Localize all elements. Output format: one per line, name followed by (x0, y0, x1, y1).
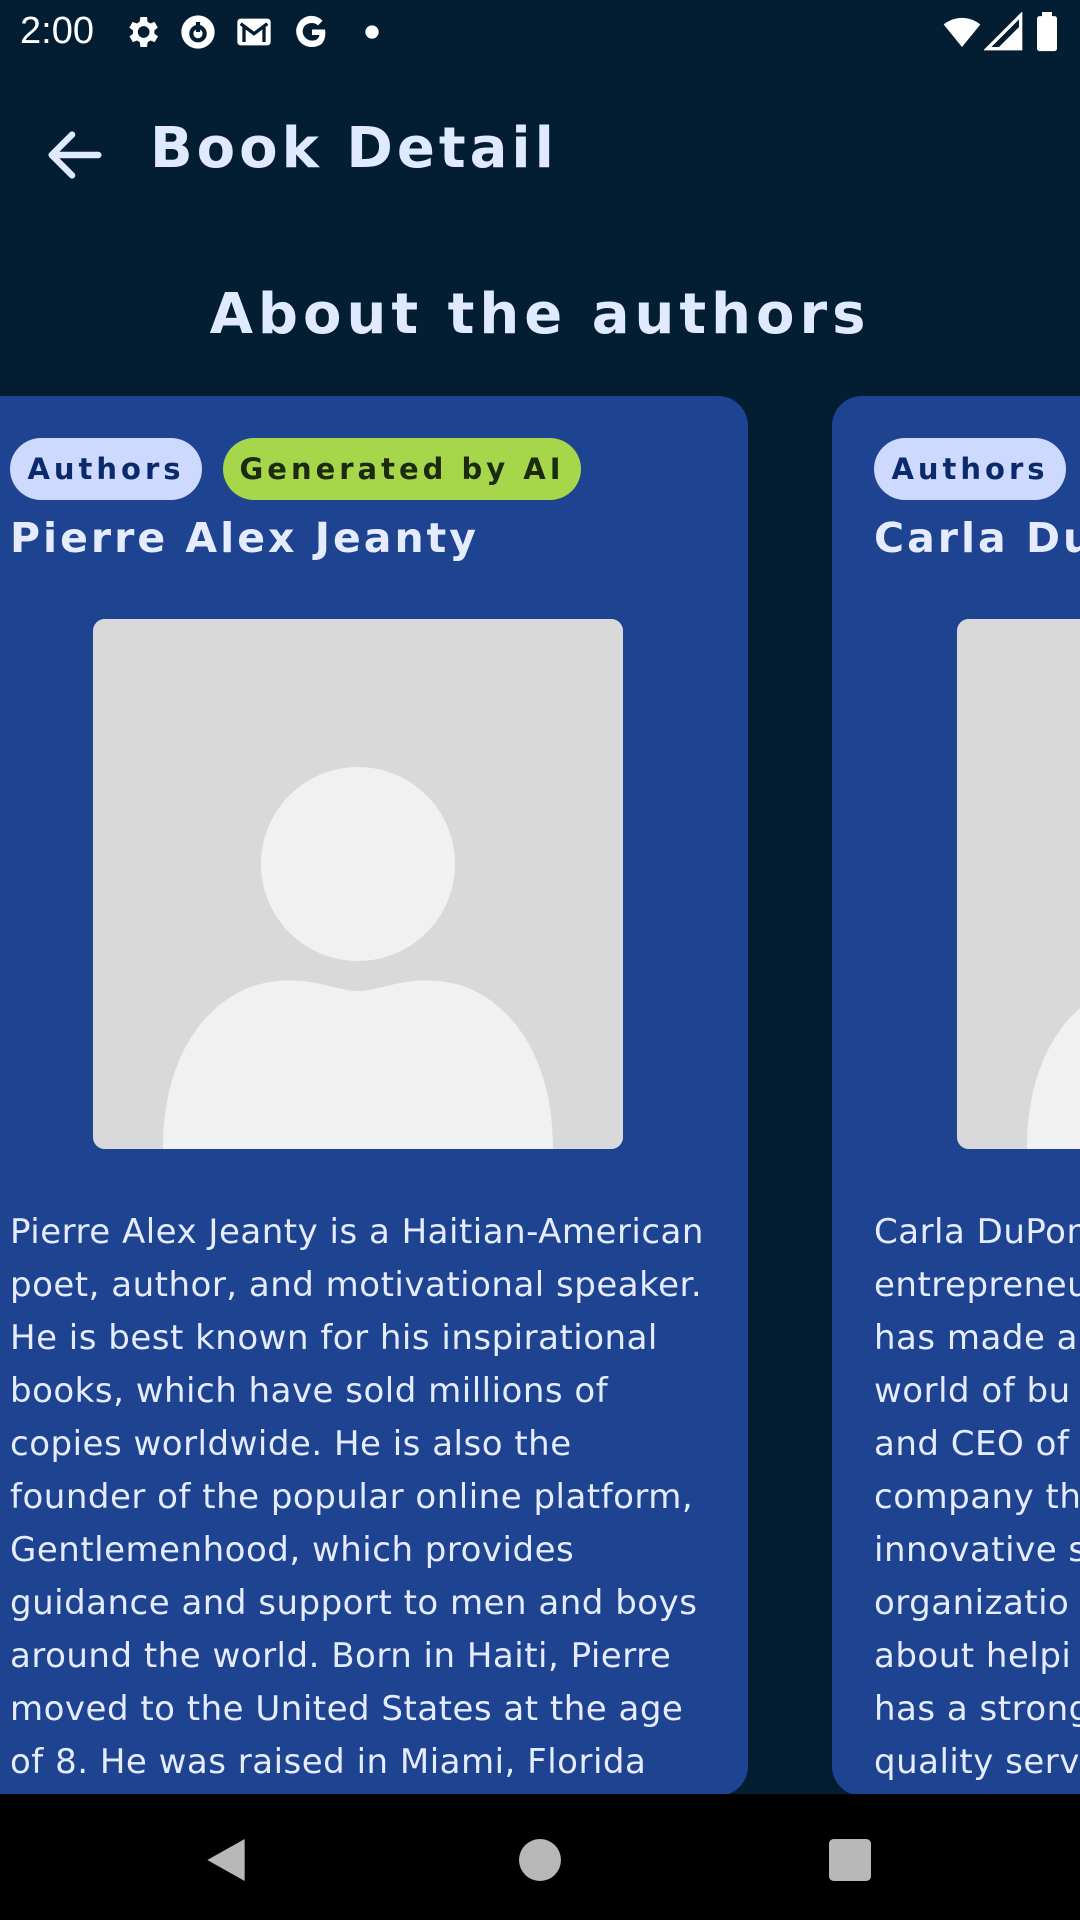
bio-line: around the world. Born in Haiti, Pierre (10, 1636, 672, 1676)
bio-line: innovative s (874, 1530, 1080, 1570)
person-placeholder-icon (957, 619, 1080, 1149)
wifi-icon (942, 12, 982, 52)
bio-line: quality serv (874, 1742, 1080, 1782)
bio-line: Gentlemenhood, which provides (10, 1530, 575, 1570)
bio-line: entrepreneu (874, 1265, 1080, 1305)
top-app-bar: Book Detail (0, 80, 1080, 220)
google-icon (292, 12, 332, 52)
authors-chip: Authors (874, 438, 1066, 500)
home-circle-icon[interactable] (512, 1832, 568, 1888)
bio-line: and CEO of (874, 1424, 1070, 1464)
author-card[interactable]: Authors Carla DuP Carla DuPon entreprene… (832, 396, 1080, 1796)
person-placeholder-icon (93, 619, 623, 1149)
authors-chip: Authors (10, 438, 202, 500)
author-name: Carla DuP (874, 514, 1080, 562)
bio-line: of 8. He was raised in Miami, Florida (10, 1742, 647, 1782)
bio-line: Carla DuPon (874, 1212, 1080, 1252)
author-card[interactable]: Authors Generated by AI Pierre Alex Jean… (0, 396, 748, 1796)
author-name: Pierre Alex Jeanty (10, 514, 479, 562)
bio-line: organizatio (874, 1583, 1070, 1623)
author-bio: Pierre Alex Jeanty is a Haitian-American… (10, 1206, 730, 1789)
page-title: Book Detail (150, 116, 558, 181)
bio-line: Pierre Alex Jeanty is a Haitian-American (10, 1212, 704, 1252)
gmail-icon (234, 12, 274, 52)
battery-icon (1030, 12, 1064, 52)
arrow-left-icon[interactable] (40, 120, 110, 190)
cloud-sync-icon (178, 12, 218, 52)
status-bar: 2:00 (0, 0, 1080, 64)
bio-line: has a strong (874, 1689, 1080, 1729)
back-triangle-icon[interactable] (198, 1832, 254, 1888)
bio-line: about helpi (874, 1636, 1072, 1676)
bio-line: moved to the United States at the age (10, 1689, 684, 1729)
status-time: 2:00 (20, 10, 94, 52)
bio-line: company th (874, 1477, 1080, 1517)
bio-line: guidance and support to men and boys (10, 1583, 698, 1623)
bio-line: copies worldwide. He is also the (10, 1424, 572, 1464)
bio-line: founder of the popular online platform, (10, 1477, 694, 1517)
bio-line: has made a (874, 1318, 1079, 1358)
section-heading: About the authors (209, 282, 871, 347)
system-nav-bar (0, 1794, 1080, 1920)
bio-line: poet, author, and motivational speaker. (10, 1265, 703, 1305)
gear-icon (122, 12, 162, 52)
bio-line: He is best known for his inspirational (10, 1318, 658, 1358)
generated-by-ai-chip: Generated by AI (223, 438, 581, 500)
author-bio: Carla DuPon entrepreneu has made a world… (874, 1206, 1080, 1789)
cellular-signal-icon (984, 12, 1024, 52)
bio-line: books, which have sold millions of (10, 1371, 609, 1411)
recents-square-icon[interactable] (822, 1832, 878, 1888)
dot-icon (362, 12, 382, 52)
bio-line: world of bu (874, 1371, 1071, 1411)
